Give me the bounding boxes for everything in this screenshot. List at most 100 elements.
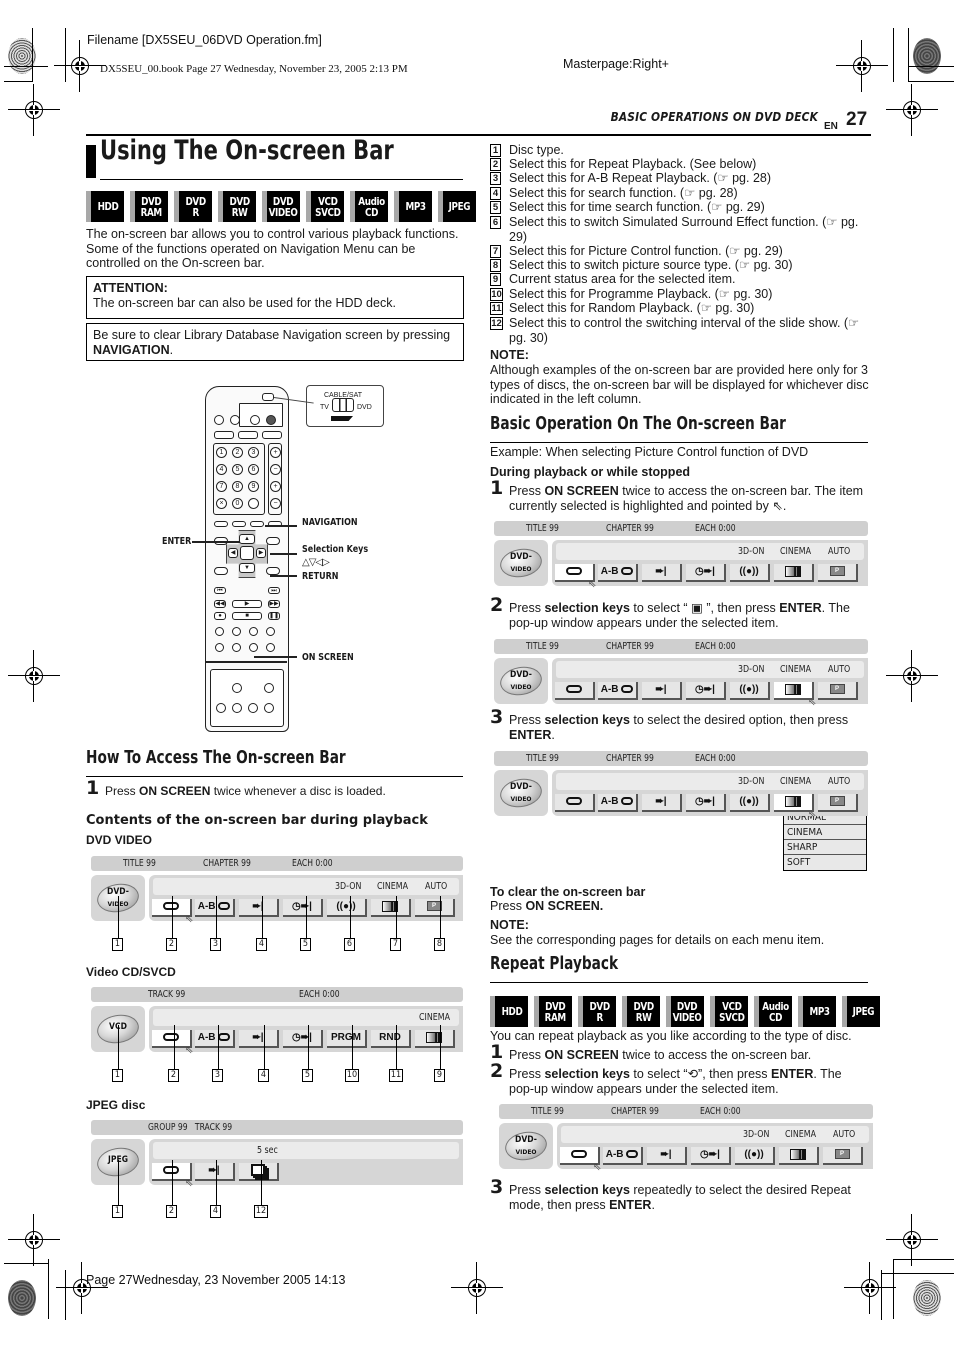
crop-mark [908, 66, 954, 67]
search-button[interactable]: ➨| [239, 1030, 279, 1048]
jpeg-label: JPEG disc [86, 1098, 146, 1112]
badge-hdd: HDD [490, 996, 528, 1027]
surround-button[interactable]: ((●)) [735, 1147, 775, 1165]
registration-mark-icon [8, 650, 60, 702]
ab-repeat-button[interactable]: A-B [603, 1147, 643, 1165]
picture-control-button[interactable] [371, 899, 411, 917]
registration-mark-icon [836, 40, 888, 92]
remote-button [215, 627, 224, 636]
remote-button [249, 627, 258, 636]
callout-number: 1 [112, 1205, 123, 1218]
picture-control-button[interactable] [774, 564, 814, 582]
intro-text: The on-screen bar allows you to control … [86, 227, 459, 270]
page-title: Using The On-screen Bar [100, 135, 394, 166]
search-button[interactable]: ➨| [642, 682, 682, 700]
surround-button[interactable]: ((●)) [730, 794, 770, 812]
callout-number: 3 [210, 938, 221, 951]
crop-mark [4, 1263, 48, 1264]
picture-control-button[interactable] [774, 794, 814, 812]
time-search-button[interactable]: ◷➨| [686, 682, 726, 700]
random-button[interactable]: RND [371, 1030, 411, 1048]
language-code: EN [824, 121, 838, 132]
search-icon: ➨| [655, 684, 667, 695]
search-icon: ➨| [252, 1032, 264, 1043]
notice-box: Be sure to clear Library Database Naviga… [86, 323, 464, 361]
search-button[interactable]: ➨| [195, 1163, 235, 1181]
picture-source-button[interactable]: P [818, 794, 858, 812]
popup-option-sharp[interactable]: SHARP [784, 840, 866, 855]
programme-button[interactable]: PRGM [327, 1030, 367, 1048]
picture-source-button[interactable]: P [818, 682, 858, 700]
crop-mark [908, 81, 954, 82]
ab-repeat-button[interactable]: A-B [598, 794, 638, 812]
legend-text: Select this for search function. (☞ pg. … [509, 186, 738, 200]
callout-number: 5 [302, 1069, 313, 1082]
dvd-video-label: DVD VIDEO [86, 833, 153, 847]
search-button[interactable]: ➨| [647, 1147, 687, 1165]
bar-status-row: 3D-ON CINEMA AUTO [556, 773, 864, 790]
search-button[interactable]: ➨| [239, 899, 279, 917]
remote-button [250, 415, 260, 425]
badge-jpeg: JPEG [842, 996, 880, 1027]
bar-info-row: GROUP 99 TRACK 99 [91, 1120, 463, 1135]
bar-panel: 3D-ON CINEMA AUTO ⇖ A-B ➨| ◷➨| ((●)) P [557, 1123, 873, 1173]
slideshow-interval-button[interactable] [239, 1163, 279, 1181]
clock-search-icon: ◷➨| [695, 796, 715, 807]
repeat-button[interactable] [555, 682, 595, 700]
popup-option-soft[interactable]: SOFT [784, 855, 866, 870]
ab-repeat-button[interactable]: A-B [598, 564, 638, 582]
picture-control-button[interactable] [779, 1147, 819, 1165]
clear-bar-title: To clear the on-screen bar [490, 885, 646, 899]
section-name: BASIC OPERATIONS ON DVD DECK [610, 109, 818, 124]
search-button[interactable]: ➨| [642, 794, 682, 812]
callout-line [352, 1025, 353, 1069]
onscreen-bar-step1: TITLE 99 CHAPTER 99 EACH 0:00 DVD- VIDEO … [494, 521, 868, 590]
color-calibration-mark-icon [913, 38, 941, 74]
bar-panel: 3D-ON CINEMA AUTO ⇖ A-B ➨| ◷➨| ((●)) P [552, 658, 868, 708]
onscreen-bar-vcd: TRACK 99 EACH 0:00 VCD CINEMA ⇖ A-B ➨| ◷… [91, 987, 463, 1056]
repeat-icon [621, 797, 634, 806]
picture-source-button[interactable]: P [818, 564, 858, 582]
ab-repeat-button[interactable]: A-B [598, 682, 638, 700]
repeat-icon [571, 1150, 587, 1159]
switch-label-dvd: DVD [357, 404, 372, 411]
picture-source-button[interactable]: P [415, 899, 455, 917]
callout-number: 2 [166, 938, 177, 951]
time-search-button[interactable]: ◷➨| [691, 1147, 731, 1165]
selection-arrows-icon: △▽◁▷ [302, 557, 330, 568]
ab-repeat-button[interactable]: A-B [195, 1030, 235, 1048]
leader-line [192, 541, 240, 543]
section-rule [86, 776, 463, 777]
repeat-button[interactable] [555, 794, 595, 812]
remote-button [230, 415, 240, 425]
access-step-1: 1 Press ON SCREEN twice whenever a disc … [86, 777, 386, 799]
search-button[interactable]: ➨| [642, 564, 682, 582]
remote-button [216, 703, 226, 713]
callout-line [118, 1160, 119, 1205]
ab-repeat-button[interactable]: A-B [195, 899, 235, 917]
popup-option-cinema[interactable]: CINEMA [784, 825, 866, 840]
crop-mark [893, 28, 894, 82]
bar-info-row: TITLE 99 CHAPTER 99 EACH 0:00 [494, 751, 868, 766]
badge-dvd-video: DVD VIDEO [262, 191, 300, 222]
repeat-icon [566, 685, 582, 694]
surround-button[interactable]: ((●)) [730, 564, 770, 582]
surround-button[interactable]: ((●)) [730, 682, 770, 700]
time-search-button[interactable]: ◷➨| [686, 564, 726, 582]
surround-button[interactable]: ((●)) [327, 899, 367, 917]
picture-source-icon: P [829, 684, 845, 695]
time-search-button[interactable]: ◷➨| [686, 794, 726, 812]
picture-control-button[interactable] [415, 1030, 455, 1048]
bar-status-row: 3D-ON CINEMA AUTO [153, 878, 459, 895]
volume-channel-key: + [270, 447, 281, 458]
leader-line [254, 656, 297, 658]
picture-source-button[interactable]: P [823, 1147, 863, 1165]
remote-button [215, 643, 224, 652]
basic-op-subhead: During playback or while stopped [490, 465, 691, 479]
time-search-button[interactable]: ◷➨| [283, 1030, 323, 1048]
bar-status-row: 3D-ON CINEMA AUTO [556, 661, 864, 678]
picture-control-button[interactable] [774, 682, 814, 700]
callout-line [118, 896, 119, 938]
callout-number: 1 [112, 938, 123, 951]
time-search-button[interactable]: ◷➨| [283, 899, 323, 917]
